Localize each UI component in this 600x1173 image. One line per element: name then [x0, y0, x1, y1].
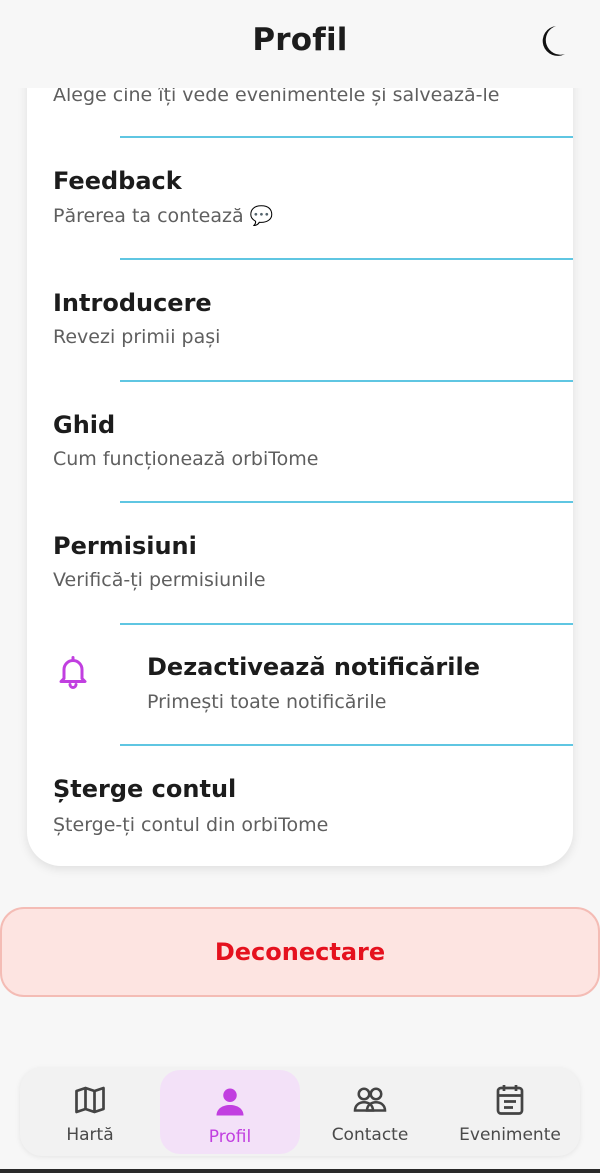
- app-header: Profil: [0, 0, 600, 88]
- tab-contacte[interactable]: Contacte: [300, 1068, 440, 1156]
- user-icon: [216, 1088, 244, 1116]
- tab-label: Contacte: [331, 1125, 409, 1145]
- settings-item-title: Ghid: [53, 411, 116, 439]
- page-title: Profil: [252, 22, 348, 58]
- logout-button[interactable]: Deconectare: [0, 907, 600, 997]
- logout-label: Deconectare: [214, 938, 386, 966]
- calendar-icon: [496, 1085, 524, 1115]
- settings-item-subtitle: Primești toate notificările: [147, 691, 387, 713]
- tab-harta[interactable]: Hartă: [20, 1068, 160, 1156]
- settings-item-introducere[interactable]: Introducere Revezi primii pași: [27, 260, 573, 382]
- settings-item-title: Permisiuni: [53, 532, 197, 560]
- settings-item-subtitle: Părerea ta contează 💬: [53, 205, 274, 227]
- settings-item-subtitle: Cum funcționează orbiTome: [53, 448, 319, 470]
- settings-item-title: Dezactivează notificările: [147, 653, 480, 681]
- contacts-icon: [353, 1087, 387, 1112]
- settings-item-feedback[interactable]: Feedback Părerea ta contează 💬: [27, 138, 573, 260]
- settings-item-title: Șterge contul: [53, 775, 237, 803]
- map-icon: [75, 1086, 105, 1114]
- home-indicator-bar: [0, 1169, 600, 1173]
- tab-label: Hartă: [66, 1125, 114, 1145]
- tab-label: Evenimente: [459, 1125, 561, 1145]
- tab-label: Profil: [208, 1127, 252, 1147]
- settings-item-permisiuni[interactable]: Permisiuni Verifică-ți permisiunile: [27, 503, 573, 623]
- settings-item-subtitle: Verifică-ți permisiunile: [53, 569, 266, 591]
- settings-card: Alege cine îți vede evenimentele și salv…: [27, 40, 573, 866]
- settings-item-title: Feedback: [53, 167, 182, 195]
- moon-icon[interactable]: [534, 23, 566, 59]
- tab-evenimente[interactable]: Evenimente: [440, 1068, 580, 1156]
- settings-item-notifications[interactable]: Dezactivează notificările Primești toate…: [27, 625, 573, 745]
- settings-item-subtitle: Șterge-ți contul din orbiTome: [53, 814, 329, 836]
- bottom-tab-bar: Hartă Profil Contacte Evenimente: [20, 1068, 580, 1156]
- settings-item-title: Introducere: [53, 289, 212, 317]
- bell-icon: [59, 656, 87, 689]
- settings-item-subtitle: Revezi primii pași: [53, 326, 221, 348]
- tab-profil[interactable]: Profil: [160, 1070, 300, 1154]
- settings-item-delete-account[interactable]: Șterge contul Șterge-ți contul din orbiT…: [27, 746, 573, 866]
- settings-item-ghid[interactable]: Ghid Cum funcționează orbiTome: [27, 382, 573, 502]
